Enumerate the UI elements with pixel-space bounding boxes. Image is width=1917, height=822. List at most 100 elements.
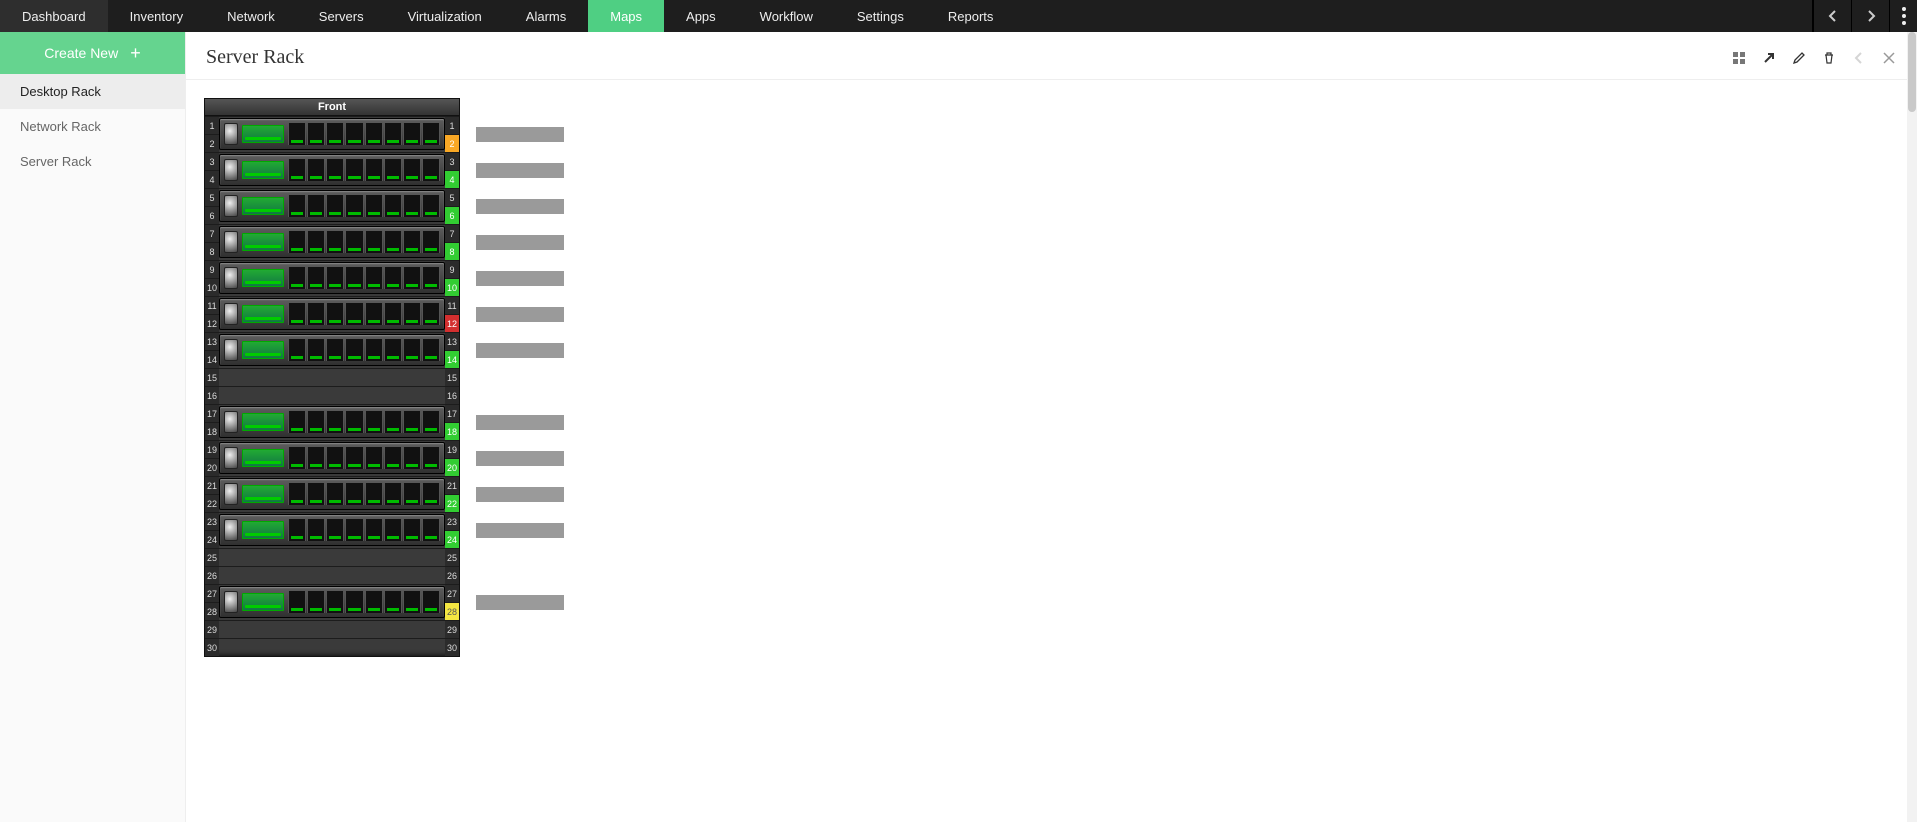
unit-number-left: 15: [205, 369, 219, 386]
unit-status-11: 11: [445, 297, 459, 314]
drive-bay-icon: [326, 267, 344, 289]
unit-status-12[interactable]: 12: [445, 315, 459, 332]
nav-next-button[interactable]: [1851, 0, 1889, 32]
lcd-icon: [242, 269, 284, 287]
nav-tab-maps[interactable]: Maps: [588, 0, 664, 32]
scrollbar-track[interactable]: [1907, 32, 1917, 822]
power-button-icon: [224, 483, 238, 505]
drive-bay-icon: [422, 519, 440, 541]
rack-device-u7[interactable]: [219, 226, 445, 258]
rack-device-u1[interactable]: [219, 118, 445, 150]
unit-status-28[interactable]: 28: [445, 603, 459, 620]
device-label-u7[interactable]: [476, 235, 564, 250]
rack-device-u9[interactable]: [219, 262, 445, 294]
sidebar-item-network-rack[interactable]: Network Rack: [0, 109, 185, 144]
unit-number-left: 10: [205, 279, 219, 296]
device-label-u5[interactable]: [476, 199, 564, 214]
nav-tab-reports[interactable]: Reports: [926, 0, 1016, 32]
drive-bay-icon: [384, 411, 402, 433]
unit-status-13: 13: [445, 333, 459, 350]
drive-bay-icon: [288, 519, 306, 541]
rack-device-u17[interactable]: [219, 406, 445, 438]
unit-status-23: 23: [445, 513, 459, 530]
nav-tab-apps[interactable]: Apps: [664, 0, 738, 32]
rack-unit-15: 1515: [205, 368, 459, 386]
rack-device-u13[interactable]: [219, 334, 445, 366]
rack-device-u23[interactable]: [219, 514, 445, 546]
device-label-u27[interactable]: [476, 595, 564, 610]
device-label-u23[interactable]: [476, 523, 564, 538]
unit-status-14[interactable]: 14: [445, 351, 459, 368]
sidebar-item-server-rack[interactable]: Server Rack: [0, 144, 185, 179]
close-icon[interactable]: [1881, 50, 1897, 66]
device-label-u9[interactable]: [476, 271, 564, 286]
unit-number-left: 27: [205, 585, 219, 602]
nav-tab-inventory[interactable]: Inventory: [108, 0, 205, 32]
unit-status-8[interactable]: 8: [445, 243, 459, 260]
sidebar-item-desktop-rack[interactable]: Desktop Rack: [0, 74, 185, 109]
nav-tab-servers[interactable]: Servers: [297, 0, 386, 32]
page-title: Server Rack: [206, 46, 304, 69]
drive-bays: [288, 591, 440, 613]
drive-bay-icon: [365, 159, 383, 181]
device-label-u19[interactable]: [476, 451, 564, 466]
unit-status-18[interactable]: 18: [445, 423, 459, 440]
unit-status-24[interactable]: 24: [445, 531, 459, 548]
unit-number-left: 11: [205, 297, 219, 314]
scrollbar-thumb[interactable]: [1908, 32, 1916, 112]
unit-status-6[interactable]: 6: [445, 207, 459, 224]
unit-status-20[interactable]: 20: [445, 459, 459, 476]
drive-bay-icon: [345, 159, 363, 181]
unit-status-15: 15: [445, 369, 459, 386]
drive-bay-icon: [288, 591, 306, 613]
unit-number-left: 4: [205, 171, 219, 188]
rack-device-u11[interactable]: [219, 298, 445, 330]
device-label-u1[interactable]: [476, 127, 564, 142]
rack-device-u27[interactable]: [219, 586, 445, 618]
power-button-icon: [224, 519, 238, 541]
nav-tab-workflow[interactable]: Workflow: [738, 0, 835, 32]
unit-status-30: 30: [445, 639, 459, 656]
nav-tab-virtualization[interactable]: Virtualization: [386, 0, 504, 32]
trash-icon[interactable]: [1821, 50, 1837, 66]
nav-tab-alarms[interactable]: Alarms: [504, 0, 588, 32]
drive-bay-icon: [365, 447, 383, 469]
unit-status-22[interactable]: 22: [445, 495, 459, 512]
rack-device-u3[interactable]: [219, 154, 445, 186]
grid-view-icon[interactable]: [1731, 50, 1747, 66]
drive-bay-icon: [365, 519, 383, 541]
nav-tab-dashboard[interactable]: Dashboard: [0, 0, 108, 32]
popout-icon[interactable]: [1761, 50, 1777, 66]
power-button-icon: [224, 411, 238, 433]
rack-front: Front 1122334455667788991010111112121313…: [204, 98, 460, 657]
unit-status-4[interactable]: 4: [445, 171, 459, 188]
device-label-u17[interactable]: [476, 415, 564, 430]
device-label-u3[interactable]: [476, 163, 564, 178]
unit-status-2[interactable]: 2: [445, 135, 459, 152]
device-label-u13[interactable]: [476, 343, 564, 358]
drive-bays: [288, 123, 440, 145]
drive-bays: [288, 267, 440, 289]
rack-device-u21[interactable]: [219, 478, 445, 510]
rack-unit-29: 2929: [205, 620, 459, 638]
drive-bay-icon: [345, 411, 363, 433]
rack-unit-16: 1616: [205, 386, 459, 404]
drive-bay-icon: [403, 339, 421, 361]
device-label-u21[interactable]: [476, 487, 564, 502]
rack-device-u5[interactable]: [219, 190, 445, 222]
create-new-button[interactable]: Create New +: [0, 32, 185, 74]
device-label-u11[interactable]: [476, 307, 564, 322]
unit-number-left: 14: [205, 351, 219, 368]
nav-tab-network[interactable]: Network: [205, 0, 297, 32]
drive-bay-icon: [403, 447, 421, 469]
unit-status-10[interactable]: 10: [445, 279, 459, 296]
kebab-menu-button[interactable]: [1889, 0, 1917, 32]
rack-device-u19[interactable]: [219, 442, 445, 474]
unit-number-left: 30: [205, 639, 219, 656]
nav-prev-button[interactable]: [1813, 0, 1851, 32]
unit-status-29: 29: [445, 621, 459, 638]
nav-tab-settings[interactable]: Settings: [835, 0, 926, 32]
edit-icon[interactable]: [1791, 50, 1807, 66]
unit-number-left: 26: [205, 567, 219, 584]
lcd-icon: [242, 485, 284, 503]
